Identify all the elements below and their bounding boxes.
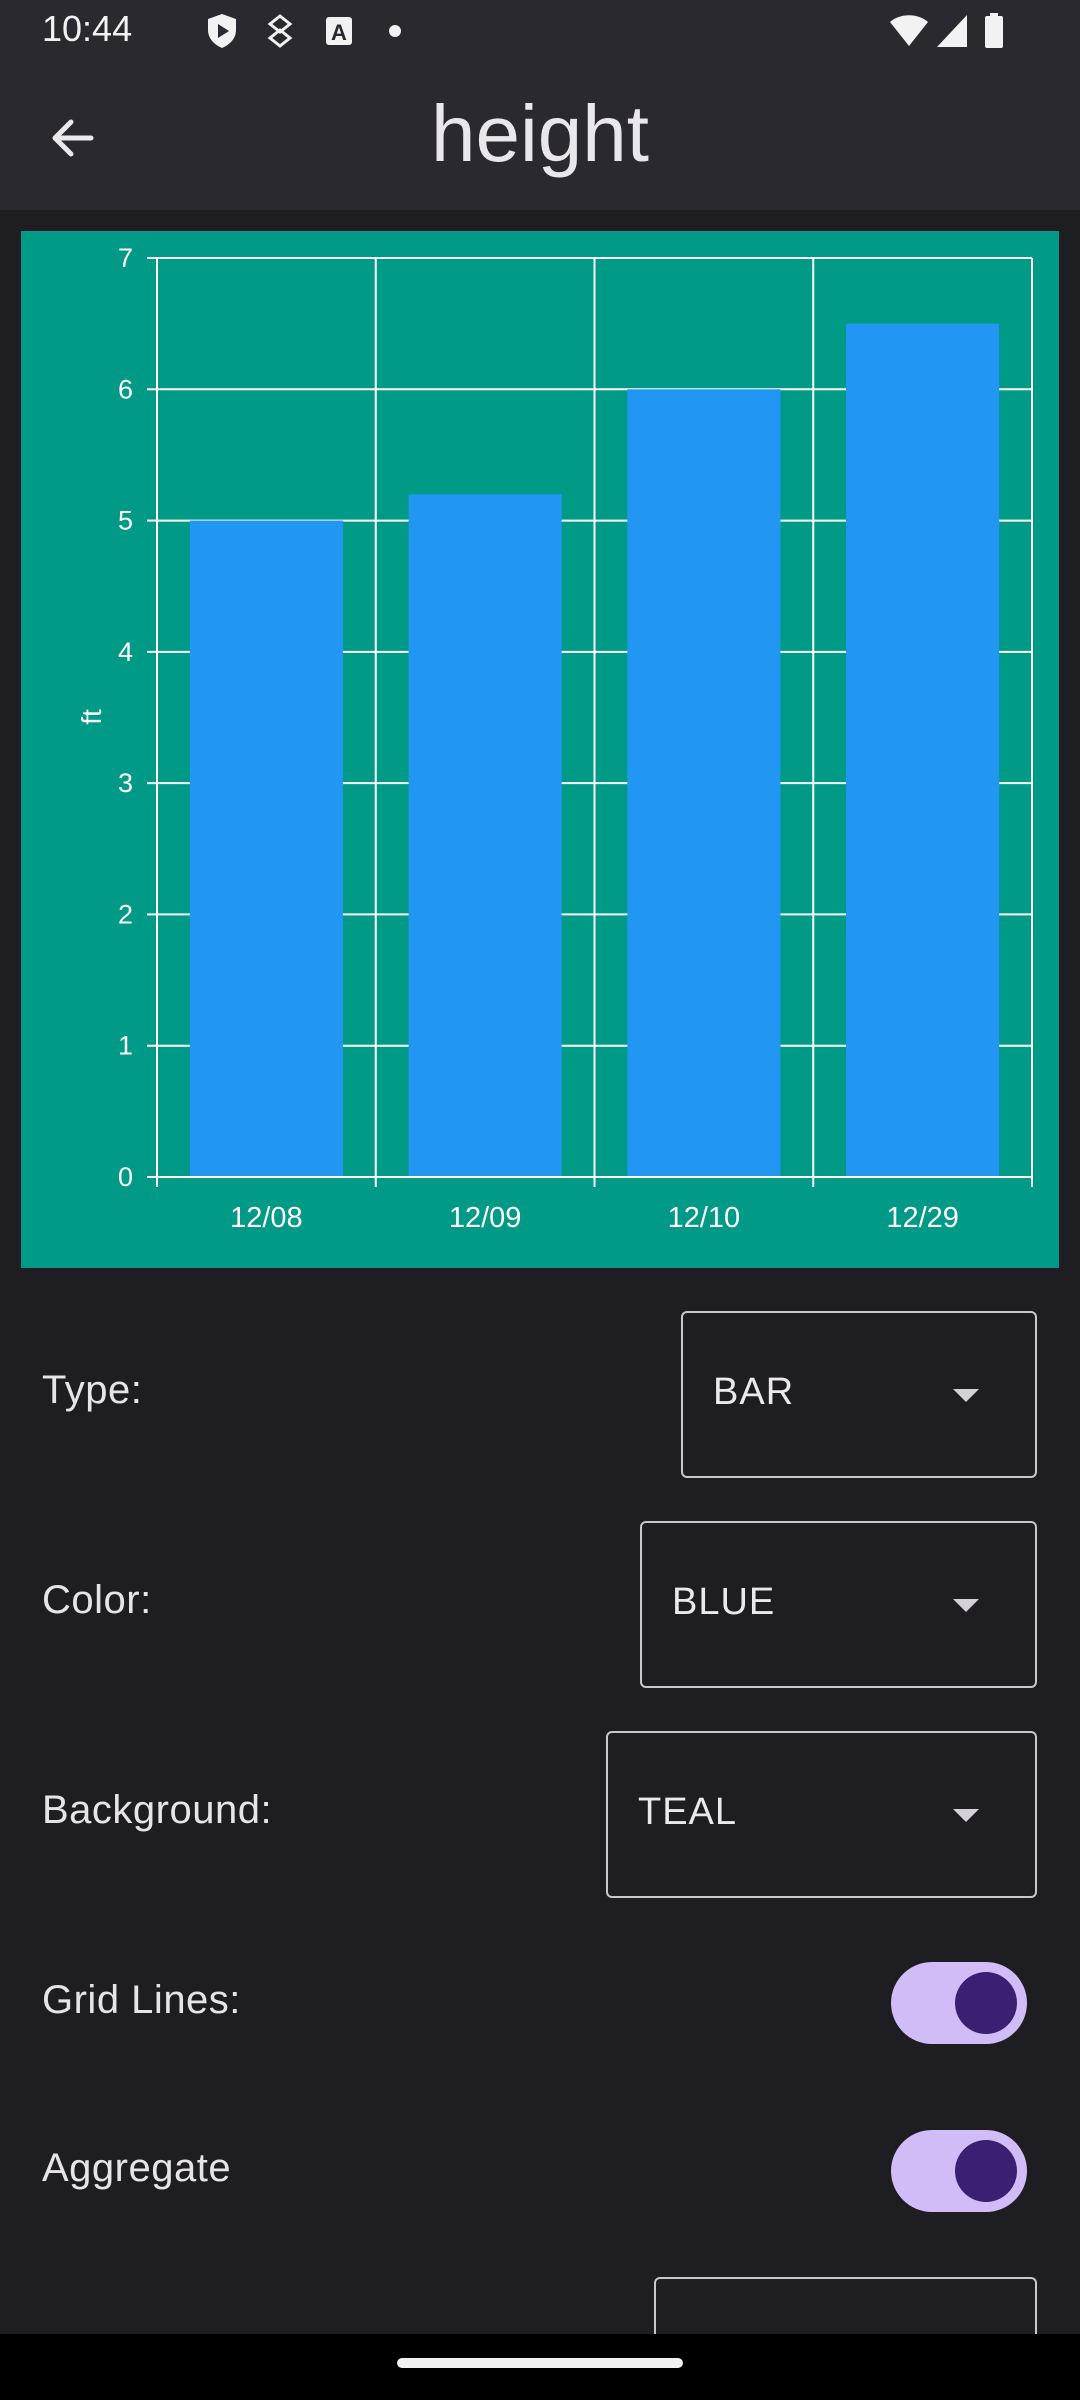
x-tick-label: 12/09 bbox=[449, 1202, 522, 1234]
wifi-icon bbox=[890, 15, 928, 46]
color-value: BLUE bbox=[672, 1581, 776, 1623]
y-tick-label: 3 bbox=[118, 768, 133, 798]
bar[interactable] bbox=[627, 389, 781, 1177]
y-tick-label: 1 bbox=[118, 1031, 133, 1061]
shield-play-icon bbox=[208, 14, 236, 48]
type-dropdown[interactable]: BAR bbox=[681, 1311, 1037, 1478]
dropdown-arrow-icon bbox=[953, 1809, 979, 1822]
background-label: Background: bbox=[42, 1788, 273, 1832]
navigation-bar bbox=[0, 2334, 1080, 2400]
bar[interactable] bbox=[189, 520, 343, 1177]
security-icon bbox=[267, 14, 293, 48]
app-bar: height bbox=[0, 62, 1080, 210]
color-dropdown[interactable]: BLUE bbox=[640, 1521, 1037, 1688]
signal-icon bbox=[937, 15, 967, 47]
status-time: 10:44 bbox=[42, 8, 133, 49]
type-label: Type: bbox=[42, 1368, 143, 1412]
x-tick-label: 12/10 bbox=[668, 1202, 741, 1234]
type-value: BAR bbox=[713, 1371, 795, 1413]
battery-icon bbox=[985, 13, 1003, 48]
y-tick-label: 0 bbox=[118, 1162, 133, 1192]
notification-dot-icon bbox=[389, 25, 401, 37]
y-tick-label: 2 bbox=[118, 899, 133, 929]
chart-panel: 0 1 2 3 4 5 6 7 12/08 12/09 12/10 12/29 ft bbox=[21, 231, 1059, 1268]
grid-lines-label: Grid Lines: bbox=[42, 1978, 241, 2022]
aggregate-toggle[interactable] bbox=[891, 2130, 1027, 2212]
bar-chart: 0 1 2 3 4 5 6 7 12/08 12/09 12/10 12/29 ft bbox=[76, 243, 1033, 1234]
y-tick-label: 5 bbox=[118, 506, 133, 536]
y-tick-label: 7 bbox=[118, 243, 133, 273]
x-tick-label: 12/29 bbox=[886, 1202, 959, 1234]
y-tick-label: 6 bbox=[118, 374, 133, 404]
toggle-thumb bbox=[955, 2140, 1017, 2202]
home-gesture-handle[interactable] bbox=[397, 2358, 683, 2368]
screen: 10:44 A height 0 1 2 3 4 5 6 7 12/08 12/… bbox=[0, 0, 1080, 2400]
dropdown-arrow-icon bbox=[953, 1389, 979, 1402]
x-tick-label: 12/08 bbox=[230, 1202, 303, 1234]
dropdown-arrow-icon bbox=[953, 1599, 979, 1612]
status-bar: 10:44 A bbox=[0, 0, 1080, 62]
a-box-icon: A bbox=[326, 17, 352, 45]
page-title: height bbox=[431, 89, 649, 178]
toggle-thumb bbox=[955, 1972, 1017, 2034]
background-value: TEAL bbox=[638, 1791, 738, 1833]
bar[interactable] bbox=[846, 323, 1000, 1178]
aggregate-label: Aggregate bbox=[42, 2146, 232, 2190]
y-tick-label: 4 bbox=[118, 637, 133, 667]
grid-lines-toggle[interactable] bbox=[891, 1962, 1027, 2044]
background-dropdown[interactable]: TEAL bbox=[606, 1731, 1037, 1898]
color-label: Color: bbox=[42, 1578, 152, 1622]
y-axis-label: ft bbox=[76, 709, 107, 725]
svg-text:A: A bbox=[331, 20, 347, 45]
bar[interactable] bbox=[408, 494, 562, 1177]
